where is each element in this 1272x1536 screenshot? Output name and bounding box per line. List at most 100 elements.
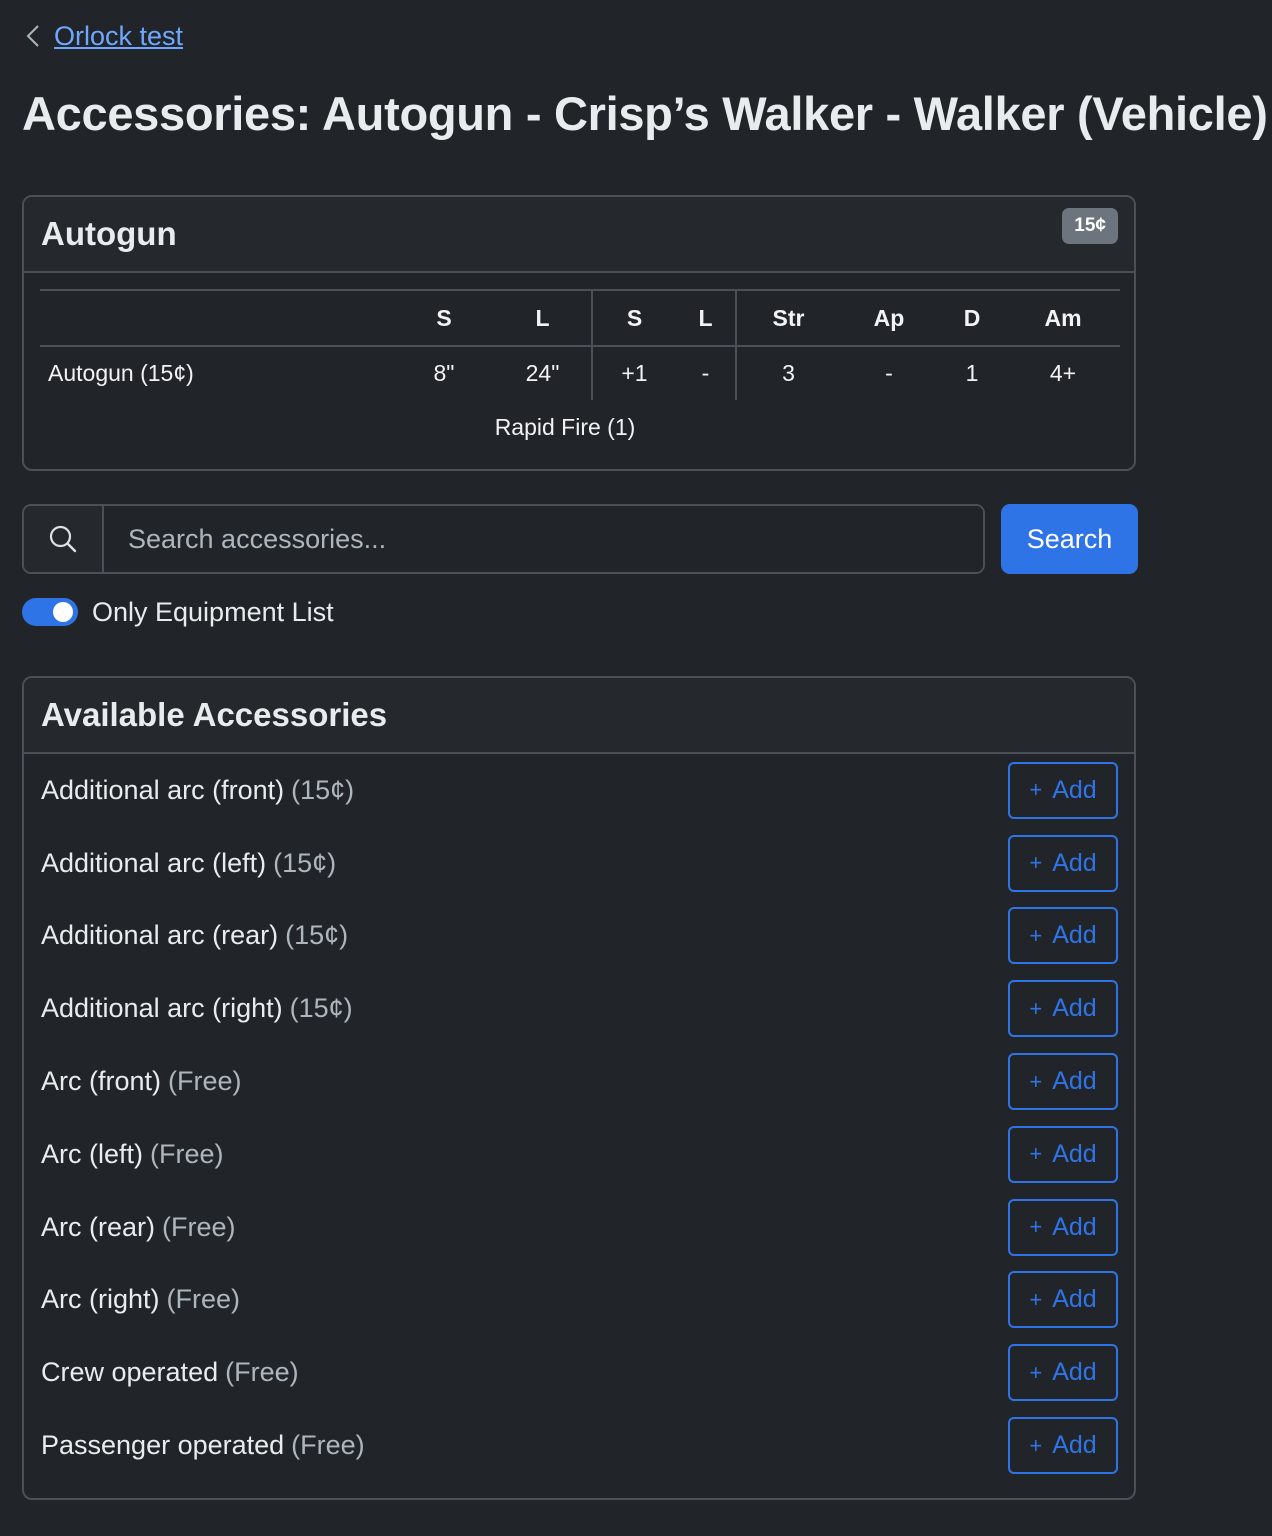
add-button-label: Add — [1052, 1285, 1097, 1314]
profile-damage: 1 — [965, 360, 979, 386]
profile-strength: 3 — [735, 346, 840, 400]
profile-ap: - — [885, 360, 893, 386]
breadcrumb: Orlock test — [26, 18, 183, 54]
weapon-stats-table: S L S L Str Ap D Am Autogun (15¢) 8" 24"… — [40, 289, 1120, 454]
search-button[interactable]: Search — [1001, 504, 1138, 574]
add-button[interactable]: + Add — [1008, 1125, 1118, 1183]
profile-long-acc: - — [701, 360, 710, 386]
accessory-label: Additional arc (left) (15¢) — [41, 848, 336, 879]
add-button-label: Add — [1052, 994, 1097, 1023]
add-button-label: Add — [1052, 1212, 1097, 1241]
plus-icon: + — [1029, 1141, 1043, 1167]
add-button-label: Add — [1052, 1139, 1097, 1168]
plus-icon: + — [1029, 995, 1043, 1021]
plus-icon: + — [1029, 777, 1043, 803]
plus-icon: + — [1029, 1068, 1043, 1094]
profile-short-acc: +1 — [591, 346, 676, 400]
add-button[interactable]: + Add — [1008, 834, 1118, 892]
list-item: Arc (rear) (Free) + Add — [24, 1191, 1134, 1264]
search-addon — [24, 506, 104, 572]
accessories-title: Available Accessories — [41, 696, 388, 733]
toggle-knob — [53, 602, 73, 622]
plus-icon: + — [1029, 850, 1043, 876]
plus-icon: + — [1029, 1214, 1043, 1240]
accessory-name: Crew operated — [41, 1357, 219, 1388]
add-button[interactable]: + Add — [1008, 1198, 1118, 1256]
list-item: Crew operated (Free) + Add — [24, 1336, 1134, 1409]
weapon-card: Autogun 15¢ S L S L Str Ap D Am Autogun … — [22, 195, 1136, 471]
accessory-label: Passenger operated (Free) — [41, 1430, 365, 1461]
add-button-label: Add — [1052, 775, 1097, 804]
accessory-name: Additional arc (left) — [41, 847, 267, 878]
search-icon — [49, 525, 77, 553]
accessory-name: Arc (left) — [41, 1138, 144, 1169]
add-button[interactable]: + Add — [1008, 1271, 1118, 1329]
profile-name: Autogun (15¢) — [48, 360, 194, 386]
accessory-name: Arc (rear) — [41, 1211, 155, 1242]
page-title: Accessories: Autogun - Crisp’s Walker - … — [22, 87, 1268, 140]
add-button[interactable]: + Add — [1008, 1417, 1118, 1475]
accessory-label: Arc (right) (Free) — [41, 1284, 240, 1315]
accessory-cost: (15¢) — [289, 993, 353, 1024]
plus-icon: + — [1029, 1359, 1043, 1385]
list-item: Additional arc (right) (15¢) + Add — [24, 972, 1134, 1045]
add-button-label: Add — [1052, 848, 1097, 877]
accessory-name: Additional arc (right) — [41, 993, 283, 1024]
stats-header-long-acc: L — [698, 304, 713, 331]
add-button[interactable]: + Add — [1008, 761, 1118, 819]
add-button[interactable]: + Add — [1008, 1344, 1118, 1402]
stats-header-ap: Ap — [873, 304, 905, 331]
chevron-left-icon[interactable] — [26, 24, 40, 48]
accessory-name: Passenger operated — [41, 1430, 285, 1461]
list-item: Passenger operated (Free) + Add — [24, 1409, 1134, 1482]
stats-profile-row: Autogun (15¢) 8" 24" +1 - 3 - 1 4+ — [40, 346, 1120, 400]
profile-short-range: 8" — [433, 360, 455, 386]
list-item: Additional arc (front) (15¢) + Add — [24, 754, 1134, 827]
stats-header-strength: Str — [735, 290, 840, 346]
add-button-label: Add — [1052, 921, 1097, 950]
toggle-label[interactable]: Only Equipment List — [92, 597, 334, 628]
weapon-card-header: Autogun 15¢ — [24, 197, 1134, 273]
plus-icon: + — [1029, 1286, 1043, 1312]
accessory-cost: (Free) — [150, 1138, 224, 1169]
list-item: Arc (left) (Free) + Add — [24, 1118, 1134, 1191]
accessory-cost: (15¢) — [273, 847, 337, 878]
list-item: Arc (front) (Free) + Add — [24, 1045, 1134, 1118]
stats-header-long-range: L — [535, 304, 550, 331]
accessory-cost: (Free) — [166, 1284, 241, 1315]
list-item: Additional arc (left) (15¢) + Add — [24, 827, 1134, 900]
accessory-label: Arc (front) (Free) — [41, 1066, 242, 1097]
list-item: Additional arc (rear) (15¢) + Add — [24, 900, 1134, 973]
add-button[interactable]: + Add — [1008, 1053, 1118, 1111]
accessory-cost: (15¢) — [285, 920, 349, 951]
accessory-cost: (Free) — [225, 1357, 299, 1388]
accessory-label: Additional arc (front) (15¢) — [41, 775, 354, 806]
profile-traits: Rapid Fire (1) — [494, 413, 636, 440]
profile-long-range: 24" — [525, 360, 560, 386]
accessory-label: Crew operated (Free) — [41, 1357, 299, 1388]
accessory-label: Additional arc (rear) (15¢) — [41, 920, 348, 951]
profile-ammo: 4+ — [1049, 360, 1077, 386]
add-button[interactable]: + Add — [1008, 907, 1118, 965]
accessory-name: Arc (right) — [41, 1284, 160, 1315]
accessory-cost: (Free) — [168, 1066, 242, 1097]
add-button[interactable]: + Add — [1008, 980, 1118, 1038]
accessory-label: Arc (rear) (Free) — [41, 1212, 236, 1243]
add-button-label: Add — [1052, 1067, 1097, 1096]
equipment-list-toggle[interactable] — [22, 598, 78, 626]
accessory-cost: (15¢) — [291, 774, 355, 805]
search-input[interactable] — [104, 506, 983, 572]
search-group — [22, 504, 985, 574]
accessory-name: Additional arc (rear) — [41, 920, 279, 951]
accessories-list: Additional arc (front) (15¢) + Add Additiona… — [24, 754, 1134, 1482]
stats-header-short-acc: S — [591, 290, 676, 346]
stats-header-damage: D — [963, 304, 981, 331]
accessory-cost: (Free) — [162, 1211, 236, 1242]
equipment-list-filter[interactable]: Only Equipment List — [22, 592, 334, 632]
stats-traits-row: Rapid Fire (1) — [40, 400, 1120, 454]
stats-header-row: S L S L Str Ap D Am — [40, 290, 1120, 346]
accessories-card-header: Available Accessories — [24, 678, 1134, 754]
accessory-label: Arc (left) (Free) — [41, 1139, 224, 1170]
back-link[interactable]: Orlock test — [54, 21, 183, 52]
add-button-label: Add — [1052, 1358, 1097, 1387]
